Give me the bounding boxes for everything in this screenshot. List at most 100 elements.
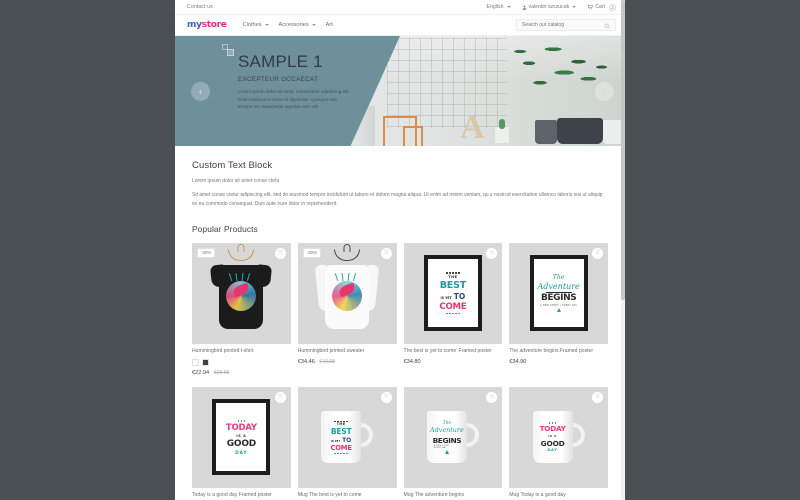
poster-line-come: COME bbox=[439, 301, 467, 312]
product-card[interactable]: -20% ♡ Hummingbird printed sweater €34.4… bbox=[297, 242, 397, 376]
product-name[interactable]: The best is yet to come' Framed poster bbox=[404, 348, 503, 355]
custom-text-block-title: Custom Text Block bbox=[192, 160, 273, 171]
product-price: €34.90 bbox=[509, 359, 608, 365]
decor-stool-small bbox=[403, 126, 423, 146]
color-swatch-navy[interactable] bbox=[202, 358, 209, 366]
product-card[interactable]: ♡ TODAY IS A GOOD DAY bbox=[509, 386, 608, 500]
utility-top-bar: Contact us English valentin szczucak Car… bbox=[175, 0, 625, 15]
hero-next-button[interactable]: › bbox=[595, 82, 614, 101]
product-name[interactable]: Mug Today is a good day bbox=[509, 492, 608, 499]
product-art-sweater-white bbox=[314, 248, 380, 331]
decor-wire-grid bbox=[387, 38, 507, 128]
wishlist-button[interactable]: ♡ bbox=[380, 391, 392, 403]
mug-line-sub: A NEW STORY • EVERY DAY bbox=[433, 445, 452, 450]
nav-item-accessories[interactable]: Accessories bbox=[279, 22, 316, 28]
wishlist-button[interactable]: ♡ bbox=[592, 391, 603, 403]
product-thumbnail[interactable]: ♡ TODAY IS A GOOD DAY bbox=[192, 386, 291, 488]
poster-line-today: TODAY bbox=[225, 422, 257, 433]
product-art-tshirt-dark bbox=[210, 248, 273, 331]
poster-line-adventure: Adventure bbox=[537, 281, 580, 291]
wishlist-button[interactable]: ♡ bbox=[380, 247, 392, 259]
product-card[interactable]: -20% ♡ Hummingbird printed t-shirt €22.9… bbox=[192, 242, 291, 376]
product-card[interactable]: ♡ The Adventure BEGINS A NEW STORY • EVE… bbox=[403, 386, 503, 500]
mug-line-to: TO bbox=[342, 436, 352, 444]
account-menu[interactable]: valentin szczucak bbox=[522, 4, 577, 10]
contact-us-link[interactable]: Contact us bbox=[187, 4, 213, 10]
wishlist-button[interactable]: ♡ bbox=[592, 247, 603, 259]
page-viewport: Contact us English valentin szczucak Car… bbox=[175, 0, 625, 500]
product-thumbnail[interactable]: -20% ♡ bbox=[297, 242, 397, 344]
custom-text-block-body: Sit amet conse ctetur adipiscing elit, s… bbox=[192, 192, 603, 207]
product-name[interactable]: The adventure begins.Framed poster bbox=[509, 348, 608, 355]
decor-pot-grey bbox=[535, 120, 557, 144]
search-input[interactable] bbox=[522, 22, 610, 28]
screenshot-root: Contact us English valentin szczucak Car… bbox=[0, 0, 800, 500]
product-thumbnail[interactable]: ♡ THE BEST IS YET TO COME bbox=[403, 242, 503, 344]
product-name[interactable]: Today is a good day Framed poster bbox=[192, 492, 291, 499]
poster-line-isyet: IS YET bbox=[440, 295, 452, 300]
cart-count-badge: 2 bbox=[609, 3, 616, 11]
poster-line-sub: A NEW STORY • EVERY DAY bbox=[540, 304, 578, 308]
product-price: €34.80 bbox=[404, 359, 503, 365]
poster-line-good: GOOD bbox=[226, 438, 257, 449]
shopping-cart-icon bbox=[587, 4, 594, 10]
browser-gutter-right bbox=[625, 0, 800, 500]
product-art-poster-best: THE BEST IS YET TO COME bbox=[423, 255, 482, 331]
product-price: €34.46 €43.08 bbox=[298, 359, 397, 365]
price-current: €34.90 bbox=[509, 358, 527, 365]
poster-line-to: TO bbox=[453, 291, 466, 301]
decor-letter-a: A bbox=[460, 109, 485, 146]
hero-prev-button[interactable]: ‹ bbox=[191, 82, 210, 101]
product-thumbnail[interactable]: -20% ♡ bbox=[192, 242, 291, 344]
poster-line-the: The bbox=[552, 273, 565, 281]
hero-title: SAMPLE 1 bbox=[238, 52, 323, 71]
discount-badge: -20% bbox=[197, 247, 216, 258]
hero-slider: A SAMPLE 1 EXCEPTEUR OCCAECAT Lorem ipsu… bbox=[175, 36, 625, 146]
product-thumbnail[interactable]: ♡ The Adventure BEGINS A NEW STORY • EVE… bbox=[403, 386, 503, 488]
nav-item-label: Accessories bbox=[278, 22, 309, 28]
hero-body-text: Lorem ipsum dolor sit amet, consectetur … bbox=[238, 89, 350, 110]
product-thumbnail[interactable]: ♡ The Adventure BEGINS A NEW STORY • EVE… bbox=[509, 242, 608, 344]
wishlist-button[interactable]: ♡ bbox=[274, 247, 286, 259]
user-icon bbox=[522, 5, 526, 10]
nav-item-label: Art bbox=[325, 22, 333, 28]
color-swatches[interactable] bbox=[192, 358, 291, 366]
product-card[interactable]: ♡ THE BEST IS YET TO bbox=[403, 242, 503, 376]
popular-products-title: Popular Products bbox=[192, 223, 258, 234]
nav-item-art[interactable]: Art bbox=[326, 22, 333, 28]
scrollbar-thumb[interactable] bbox=[621, 0, 625, 300]
page-scrollbar[interactable] bbox=[621, 0, 625, 500]
search-box[interactable] bbox=[516, 19, 616, 31]
chevron-down-icon bbox=[506, 6, 511, 8]
product-thumbnail[interactable]: ♡ THE BEST IS YET TO COME bbox=[297, 386, 397, 488]
cart-button[interactable]: Cart 2 bbox=[587, 3, 616, 11]
decor-pot-white bbox=[603, 120, 623, 144]
chevron-down-icon bbox=[311, 24, 316, 26]
poster-line-best: BEST bbox=[439, 279, 466, 291]
cart-label: Cart bbox=[595, 4, 605, 10]
color-swatch-white[interactable] bbox=[192, 358, 199, 366]
wishlist-button[interactable]: ♡ bbox=[274, 391, 286, 403]
product-price: €22.94 €28.68 bbox=[192, 370, 291, 376]
nav-item-clothes[interactable]: Clothes bbox=[243, 22, 269, 28]
product-card[interactable]: ♡ THE BEST IS YET TO bbox=[297, 386, 397, 500]
search-icon[interactable] bbox=[604, 23, 610, 29]
product-name[interactable]: Hummingbird printed t-shirt bbox=[192, 348, 291, 355]
account-label: valentin szczucak bbox=[528, 4, 570, 10]
mug-line-isyet: IS YET bbox=[330, 439, 341, 443]
product-name[interactable]: Mug The best is yet to come bbox=[298, 492, 397, 499]
product-name[interactable]: Hummingbird printed sweater bbox=[298, 348, 397, 355]
site-logo[interactable]: mystore bbox=[187, 20, 227, 30]
poster-line-isa: IS A bbox=[236, 433, 247, 438]
product-card[interactable]: ♡ The Adventure BEGINS A NEW STORY • EVE… bbox=[509, 242, 608, 376]
wishlist-button[interactable]: ♡ bbox=[486, 247, 498, 259]
product-name[interactable]: Mug The adventure begins bbox=[404, 492, 503, 499]
product-art-mug-best: THE BEST IS YET TO COME bbox=[321, 411, 374, 464]
main-navigation-bar: mystore Clothes Accessories Art bbox=[175, 15, 625, 36]
product-thumbnail[interactable]: ♡ TODAY IS A GOOD DAY bbox=[509, 386, 608, 488]
product-card[interactable]: ♡ TODAY IS A GOOD DAY bbox=[192, 386, 291, 500]
wishlist-button[interactable]: ♡ bbox=[486, 391, 498, 403]
language-selector[interactable]: English bbox=[487, 4, 511, 10]
product-art-poster-today: TODAY IS A GOOD DAY bbox=[212, 399, 271, 476]
mug-line-good: GOOD bbox=[540, 438, 565, 448]
